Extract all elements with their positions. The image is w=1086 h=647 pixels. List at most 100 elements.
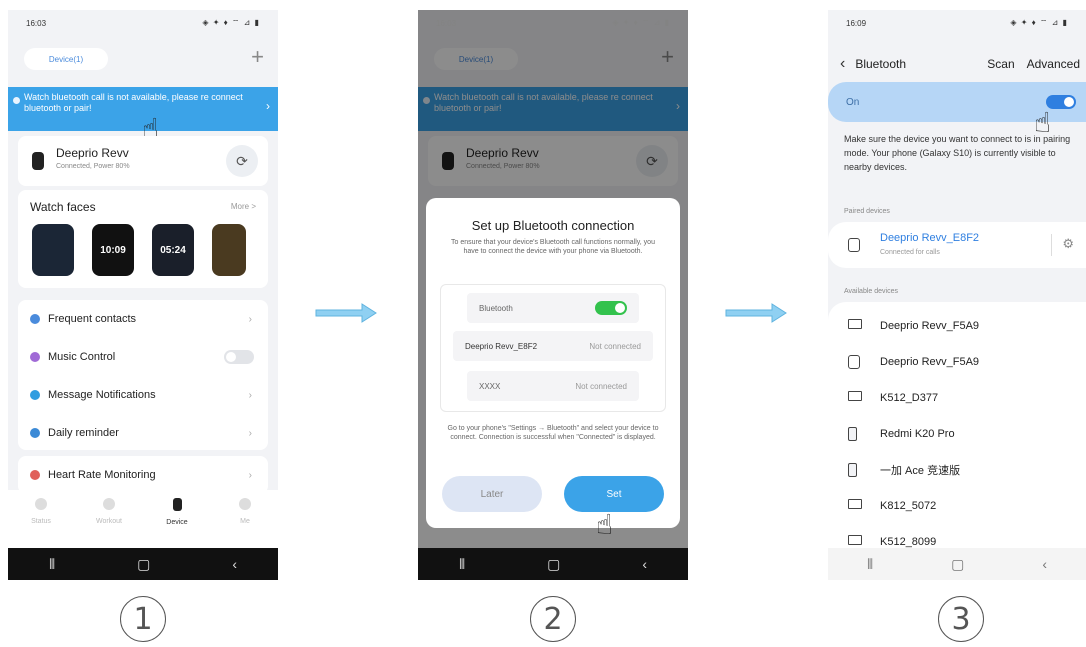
step-number-3: 3 [938, 596, 984, 642]
status-icon [35, 498, 47, 510]
tab-label: Device [166, 519, 188, 526]
advanced-button[interactable]: Advanced [1027, 57, 1080, 71]
tab-label: Status [31, 518, 51, 525]
list-item[interactable]: Redmi K20 Pro [828, 416, 1086, 452]
message-icon [30, 390, 40, 400]
watch-face-4[interactable] [212, 224, 246, 276]
recents-icon[interactable]: ⦀ [867, 556, 873, 573]
recents-icon[interactable]: ⦀ [459, 556, 465, 573]
screen-3-bluetooth-settings: 16:09 ◈ ✦ ♦ ⌔ ⊿ ▮ ‹ Bluetooth Scan Advan… [828, 10, 1086, 580]
list-item[interactable]: K812_5072 [828, 488, 1086, 524]
tab-me[interactable]: Me [220, 498, 270, 525]
device-label: XXXX [479, 381, 501, 391]
device-name: Deeprio Revv_F5A9 [880, 320, 980, 332]
chevron-right-icon: › [266, 99, 270, 113]
bluetooth-row: Bluetooth [467, 293, 639, 323]
workout-icon [103, 498, 115, 510]
music-icon [30, 352, 40, 362]
bluetooth-label: Bluetooth [479, 303, 513, 313]
back-icon[interactable]: ‹ [232, 556, 237, 572]
system-nav-bar: ⦀ ▢ ‹ [418, 548, 688, 580]
step-number-2: 2 [530, 596, 576, 642]
reminder-icon [30, 428, 40, 438]
dialog-title: Set up Bluetooth connection [471, 218, 635, 233]
home-icon[interactable]: ▢ [547, 556, 560, 573]
menu-music-control[interactable]: Music Control [18, 338, 268, 376]
gear-icon[interactable]: ⚙ [1062, 236, 1074, 252]
tab-workout[interactable]: Workout [84, 498, 134, 525]
divider [1051, 234, 1052, 256]
home-icon[interactable]: ▢ [951, 556, 964, 573]
bluetooth-setup-dialog: Set up Bluetooth connection To ensure th… [426, 198, 680, 528]
back-icon[interactable]: ‹ [642, 556, 647, 572]
watch-face-2[interactable]: 10:09 [92, 224, 134, 276]
bluetooth-header: ‹ Bluetooth Scan Advanced [840, 52, 1080, 76]
chevron-right-icon: › [248, 313, 252, 325]
watch-faces-more-link[interactable]: More > [231, 202, 256, 211]
device-icon [172, 498, 182, 511]
dialog-description: To ensure that your device's Bluetooth c… [451, 239, 655, 255]
device-name: Deeprio Revv_F5A9 [880, 356, 980, 368]
watch-face-1[interactable] [32, 224, 74, 276]
set-button[interactable]: Set [564, 476, 664, 512]
available-devices-list: Deeprio Revv_F5A9 Deeprio Revv_F5A9 K512… [828, 302, 1086, 552]
device-connection-status: Not connected [589, 341, 641, 351]
menu-frequent-contacts[interactable]: Frequent contacts › [18, 300, 268, 338]
music-toggle[interactable] [224, 350, 254, 364]
bluetooth-toggle [595, 301, 627, 315]
back-arrow-icon[interactable]: ‹ [840, 55, 845, 73]
paired-device-row[interactable]: Deeprio Revv_E8F2 Connected for calls ⚙ [828, 222, 1086, 268]
list-item[interactable]: Deeprio Revv_F5A9 [828, 308, 1086, 344]
phone-icon [848, 463, 857, 477]
device-name: Deeprio Revv [56, 146, 129, 160]
watch-icon [848, 355, 860, 369]
list-item[interactable]: 一加 Ace 竞速版 [828, 452, 1086, 488]
device-row[interactable]: Deeprio Revv Connected, Power 80% ⟳ [18, 136, 268, 186]
tab-status[interactable]: Status [16, 498, 66, 525]
chevron-right-icon: › [248, 427, 252, 439]
watch-faces-title: Watch faces [30, 200, 96, 214]
menu-message-notifications[interactable]: Message Notifications › [18, 376, 268, 414]
list-item[interactable]: Deeprio Revv_F5A9 [828, 344, 1086, 380]
paired-device-status: Connected for calls [880, 249, 940, 256]
system-nav-bar: ⦀ ▢ ‹ [8, 548, 278, 580]
menu-label: Daily reminder [48, 427, 119, 439]
watch-faces-card: Watch faces More > 10:09 05:24 [18, 190, 268, 288]
menu-heart-rate[interactable]: Heart Rate Monitoring › [18, 456, 268, 494]
scan-button[interactable]: Scan [987, 57, 1014, 71]
refresh-icon[interactable]: ⟳ [226, 145, 258, 177]
add-device-button[interactable]: + [251, 44, 264, 70]
laptop-icon [848, 391, 862, 401]
on-label: On [846, 96, 860, 108]
screen-2-dialog: 16:03 ◈ ✦ ♦ ⌔ ⊿ ▮ Device(1) + Watch blue… [418, 10, 688, 580]
device-row-xxxx: XXXX Not connected [467, 371, 639, 401]
contacts-icon [30, 314, 40, 324]
tap-hand-icon: ☝ [596, 509, 614, 540]
device-connection-status: Not connected [575, 381, 627, 391]
available-devices-label: Available devices [844, 288, 898, 295]
laptop-icon [848, 319, 862, 329]
device-row-e8f2: Deeprio Revv_E8F2 Not connected [453, 331, 653, 361]
step-number-1: 1 [120, 596, 166, 642]
menu-label: Music Control [48, 351, 116, 363]
device-status: Connected, Power 80% [56, 163, 130, 170]
page-title: Bluetooth [855, 57, 907, 71]
list-item[interactable]: K512_D377 [828, 380, 1086, 416]
status-icons: ◈ ✦ ♦ ⌔ ⊿ ▮ [1010, 18, 1068, 27]
later-button[interactable]: Later [442, 476, 542, 512]
device-name: K512_D377 [880, 392, 939, 404]
device-label: Deeprio Revv_E8F2 [465, 341, 538, 351]
tab-label: Me [240, 518, 250, 525]
device-tab[interactable]: Device(1) [24, 48, 108, 70]
home-icon[interactable]: ▢ [137, 556, 150, 573]
dialog-illustration: Bluetooth Deeprio Revv_E8F2 Not connecte… [440, 284, 666, 412]
status-bar: 16:09 ◈ ✦ ♦ ⌔ ⊿ ▮ [828, 10, 1086, 36]
system-nav-bar: ⦀ ▢ ‹ [828, 548, 1086, 580]
tab-device[interactable]: Device [152, 498, 202, 526]
menu-daily-reminder[interactable]: Daily reminder › [18, 414, 268, 452]
watch-face-3[interactable]: 05:24 [152, 224, 194, 276]
back-icon[interactable]: ‹ [1042, 556, 1047, 572]
chevron-right-icon: › [248, 469, 252, 481]
status-icons: ◈ ✦ ♦ ⌔ ⊿ ▮ [202, 18, 260, 27]
recents-icon[interactable]: ⦀ [49, 556, 55, 573]
